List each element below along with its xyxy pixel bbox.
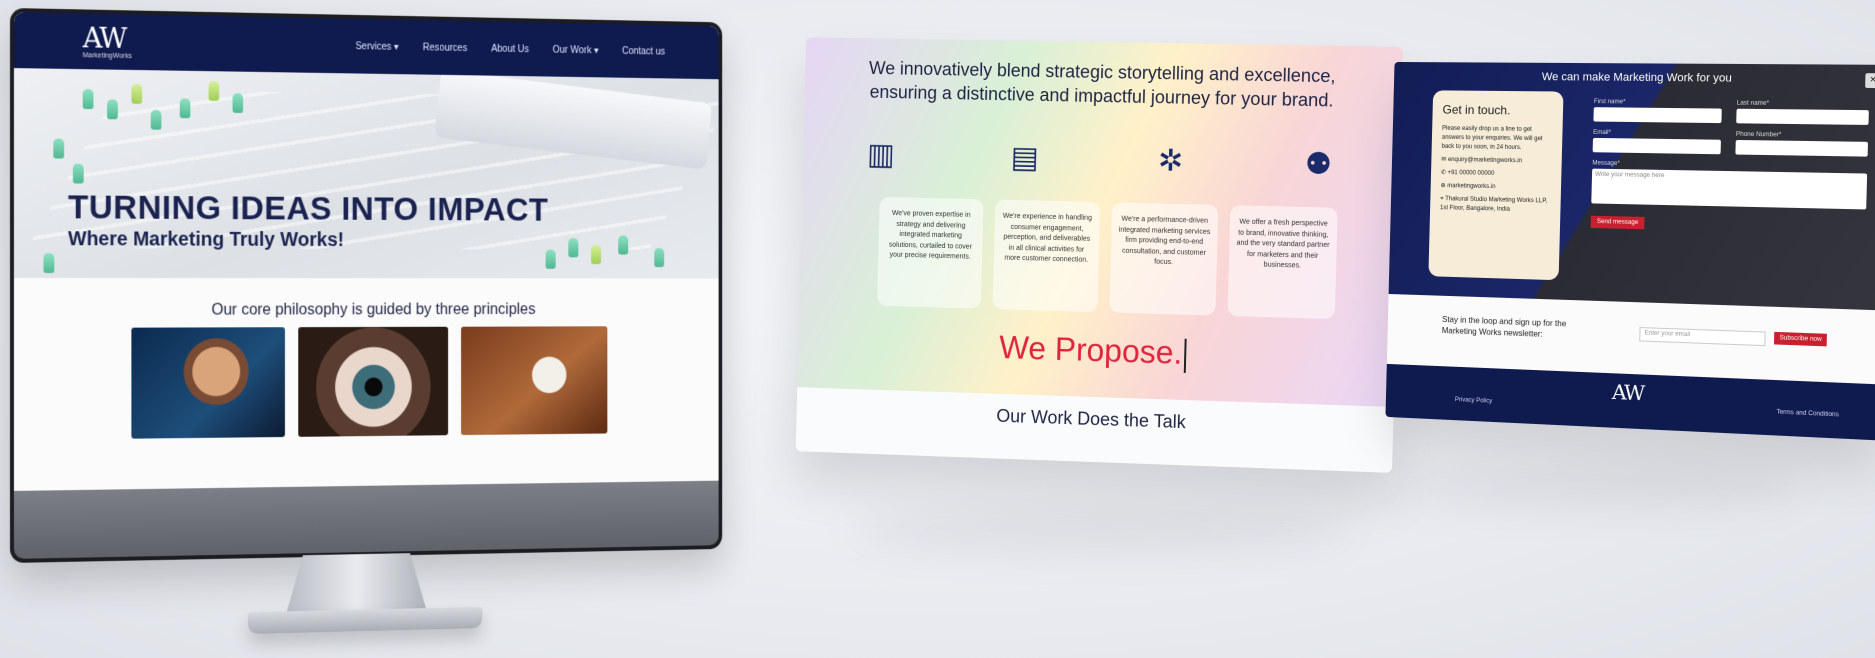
last-name-input[interactable] [1736, 108, 1869, 125]
propose-heading: We Propose. [798, 323, 1395, 379]
showcase-stage: AW MarketingWorks Services ▾ Resources Ab… [0, 0, 1875, 658]
hero-title: TURNING IDEAS INTO IMPACT [68, 188, 549, 229]
service-card: We're a performance-driven integrated ma… [1109, 202, 1219, 316]
contact-address: ⌖ Thakural Studio Marketing Works LLP, 1… [1439, 196, 1548, 213]
service-cards: We've proven expertise in strategy and d… [877, 196, 1338, 320]
philosophy-section: Our core philosophy is guided by three p… [13, 278, 719, 492]
pawn-figure [232, 93, 244, 113]
hero-subtitle: Where Marketing Truly Works! [68, 228, 344, 251]
phone-field[interactable] [1735, 139, 1869, 157]
phone-text: +91 00000 00000 [1447, 170, 1495, 177]
get-in-touch-card: Get in touch. Please easily drop us a li… [1428, 90, 1564, 281]
newsletter-email-input[interactable]: Enter your email [1639, 327, 1766, 347]
phone-group: Phone Number* [1735, 131, 1869, 165]
text-cursor [1183, 338, 1187, 373]
services-hero: We innovatively blend strategic storytel… [797, 37, 1404, 407]
pawn-figure [568, 238, 579, 258]
nav-menu: Services ▾ Resources About Us Our Work ▾… [355, 41, 665, 57]
homepage-screen: AW MarketingWorks Services ▾ Resources Ab… [13, 12, 719, 492]
nav-item-resources[interactable]: Resources [423, 42, 467, 53]
hero-section: TURNING IDEAS INTO IMPACT Where Marketin… [13, 68, 719, 279]
touch-title: Get in touch. [1442, 102, 1511, 118]
form-grid: First name* Last name* Email* Phone Numb… [1592, 99, 1869, 165]
nav-item-services[interactable]: Services ▾ [355, 41, 398, 52]
pawn-figure [82, 89, 94, 110]
phone-label: Phone Number* [1735, 131, 1782, 139]
propose-text: We Propose. [998, 329, 1183, 371]
team-icon: ⚉ [1304, 147, 1333, 182]
web-text: marketingworks.in [1447, 183, 1496, 191]
principle-image-chess[interactable] [461, 326, 608, 436]
service-card: We've proven expertise in strategy and d… [877, 196, 984, 309]
bar-chart-icon: ▥ [866, 138, 896, 172]
first-name-input[interactable] [1593, 107, 1722, 124]
email-field[interactable] [1592, 137, 1721, 155]
close-icon[interactable]: × [1865, 73, 1875, 89]
logo-subtext: MarketingWorks [82, 51, 132, 60]
services-heading: We innovatively blend strategic storytel… [805, 55, 1403, 115]
pawn-figure [107, 99, 118, 120]
pawn-figure [208, 81, 220, 101]
contact-phone[interactable]: ✆ +91 00000 00000 [1441, 169, 1552, 180]
service-card: We offer a fresh perspective to brand, i… [1227, 205, 1338, 320]
pawn-figure [179, 98, 191, 119]
pawn-figure [654, 247, 665, 268]
logo-mark: AW [82, 20, 126, 55]
checklist-icon: ▤ [1010, 141, 1040, 175]
email-group: Email* [1592, 130, 1721, 163]
message-textarea[interactable]: Write your message here [1591, 168, 1868, 210]
nav-item-contact[interactable]: Contact us [622, 46, 665, 57]
contact-modal: We can make Marketing Work for you × Get… [1388, 61, 1875, 311]
newsletter-text: Stay in the loop and sign up for the Mar… [1441, 314, 1567, 339]
contact-panel: We can make Marketing Work for you × Get… [1385, 61, 1875, 441]
contact-web[interactable]: ⊕ marketingworks.in [1440, 182, 1550, 193]
brand-logo[interactable]: AW MarketingWorks [82, 20, 132, 60]
contact-email[interactable]: ✉ enquiry@marketingworks.in [1441, 156, 1552, 167]
address-text: Thakural Studio Marketing Works LLP, 1st… [1439, 196, 1548, 213]
principle-cards [131, 326, 608, 439]
nav-item-about[interactable]: About Us [491, 43, 529, 54]
monitor-stand-neck [286, 553, 427, 615]
email-text: enquiry@marketingworks.in [1447, 156, 1523, 165]
principle-image-eye[interactable] [298, 326, 449, 437]
desktop-monitor: AW MarketingWorks Services ▾ Resources Ab… [10, 8, 731, 634]
contact-form: First name* Last name* Email* Phone Numb… [1590, 99, 1869, 235]
pawn-figure [618, 235, 629, 255]
pawn-figure [150, 109, 162, 130]
first-name-label: First name* [1593, 98, 1626, 106]
contact-title: We can make Marketing Work for you [1541, 70, 1733, 85]
pawn-figure [591, 244, 602, 265]
principle-image-brain[interactable] [131, 327, 285, 439]
pawn-figure [131, 83, 143, 104]
philosophy-heading: Our core philosophy is guided by three p… [211, 301, 536, 319]
pawn-figure [72, 163, 84, 184]
last-name-group: Last name* [1736, 100, 1869, 133]
network-icon: ✲ [1157, 144, 1184, 178]
pawn-figure [43, 253, 55, 274]
last-name-label: Last name* [1736, 100, 1770, 107]
panel-shadow [850, 510, 1350, 550]
pawn-figure [545, 249, 556, 269]
service-icons: ▥ ▤ ✲ ⚉ [861, 137, 1339, 182]
first-name-group: First name* [1593, 99, 1722, 131]
send-message-button[interactable]: Send message [1590, 215, 1645, 230]
email-label: Email* [1593, 129, 1612, 137]
touch-text: Please easily drop us a line to get answ… [1441, 125, 1543, 152]
panel-shadow [1380, 470, 1800, 506]
pawn-figure [53, 138, 65, 159]
nav-item-our-work[interactable]: Our Work ▾ [553, 44, 599, 55]
monitor-chin [13, 480, 719, 559]
service-card: We're experience in handling consumer en… [992, 199, 1101, 313]
subscribe-button[interactable]: Subscribe now [1773, 331, 1828, 347]
monitor-stand-foot [247, 606, 483, 634]
services-panel: We innovatively blend strategic storytel… [795, 37, 1404, 473]
monitor-bezel: AW MarketingWorks Services ▾ Resources Ab… [10, 8, 723, 563]
